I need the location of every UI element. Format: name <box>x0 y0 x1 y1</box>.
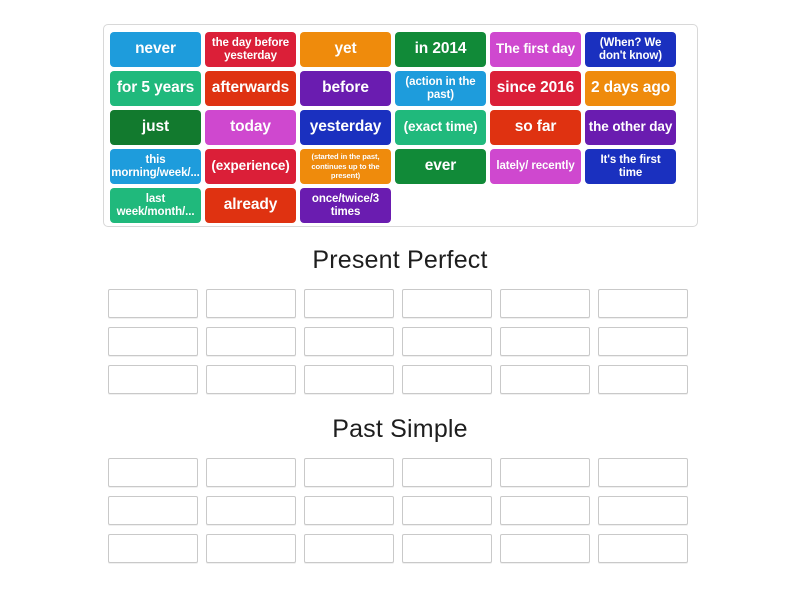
drop-slot-present-perfect[interactable] <box>108 289 198 318</box>
word-tile[interactable]: lately/ recently <box>490 149 581 184</box>
drop-slot-past-simple[interactable] <box>402 496 492 525</box>
drop-grid-present-perfect <box>108 289 692 394</box>
word-tile[interactable]: so far <box>490 110 581 145</box>
drop-row <box>108 327 692 356</box>
drop-row <box>108 496 692 525</box>
drop-slot-present-perfect[interactable] <box>206 365 296 394</box>
drop-slot-past-simple[interactable] <box>500 458 590 487</box>
drop-slot-present-perfect[interactable] <box>402 289 492 318</box>
drop-slot-past-simple[interactable] <box>402 534 492 563</box>
drop-slot-past-simple[interactable] <box>304 496 394 525</box>
drop-slot-present-perfect[interactable] <box>402 365 492 394</box>
word-bank-row: this morning/week/... (experience) (starte… <box>110 149 691 184</box>
word-tile[interactable]: (When? We don't know) <box>585 32 676 67</box>
word-tile[interactable]: last week/month/... <box>110 188 201 223</box>
word-tile[interactable]: the day before yesterday <box>205 32 296 67</box>
category-present-perfect: Present Perfect <box>0 246 800 394</box>
word-tile[interactable]: before <box>300 71 391 106</box>
word-tile[interactable]: never <box>110 32 201 67</box>
word-tile[interactable]: yesterday <box>300 110 391 145</box>
activity-stage: never the day before yesterday yet in 2014 T… <box>0 0 800 600</box>
drop-slot-past-simple[interactable] <box>500 496 590 525</box>
word-tile[interactable]: The first day <box>490 32 581 67</box>
drop-slot-present-perfect[interactable] <box>500 289 590 318</box>
drop-slot-past-simple[interactable] <box>304 534 394 563</box>
drop-slot-past-simple[interactable] <box>500 534 590 563</box>
drop-slot-present-perfect[interactable] <box>304 365 394 394</box>
word-tile[interactable]: yet <box>300 32 391 67</box>
drop-slot-present-perfect[interactable] <box>598 289 688 318</box>
word-tile[interactable]: today <box>205 110 296 145</box>
word-tile[interactable]: (action in the past) <box>395 71 486 106</box>
drop-slot-present-perfect[interactable] <box>108 365 198 394</box>
drop-slot-present-perfect[interactable] <box>108 327 198 356</box>
drop-slot-past-simple[interactable] <box>108 534 198 563</box>
word-tile[interactable]: the other day <box>585 110 676 145</box>
word-bank-row: never the day before yesterday yet in 2014 T… <box>110 32 691 67</box>
word-bank-row: just today yesterday (exact time) so far the … <box>110 110 691 145</box>
drop-slot-past-simple[interactable] <box>598 534 688 563</box>
drop-grid-past-simple <box>108 458 692 563</box>
word-tile[interactable]: It's the first time <box>585 149 676 184</box>
drop-row <box>108 534 692 563</box>
word-tile[interactable]: in 2014 <box>395 32 486 67</box>
drop-slot-past-simple[interactable] <box>108 496 198 525</box>
drop-slot-past-simple[interactable] <box>598 458 688 487</box>
word-tile[interactable]: (experience) <box>205 149 296 184</box>
word-tile[interactable]: ever <box>395 149 486 184</box>
word-bank-panel: never the day before yesterday yet in 2014 T… <box>103 24 698 227</box>
word-tile[interactable]: (started in the past, continues up to th… <box>300 149 391 184</box>
word-tile[interactable]: already <box>205 188 296 223</box>
drop-slot-present-perfect[interactable] <box>304 327 394 356</box>
word-bank-row: for 5 years afterwards before (action in th… <box>110 71 691 106</box>
drop-slot-present-perfect[interactable] <box>598 327 688 356</box>
word-tile[interactable]: afterwards <box>205 71 296 106</box>
word-tile[interactable]: since 2016 <box>490 71 581 106</box>
category-past-simple: Past Simple <box>0 415 800 563</box>
drop-row <box>108 289 692 318</box>
word-tile[interactable]: once/twice/3 times <box>300 188 391 223</box>
drop-slot-past-simple[interactable] <box>402 458 492 487</box>
drop-slot-past-simple[interactable] <box>304 458 394 487</box>
word-tile[interactable]: for 5 years <box>110 71 201 106</box>
category-title-present-perfect: Present Perfect <box>312 246 488 274</box>
word-tile[interactable]: just <box>110 110 201 145</box>
drop-slot-present-perfect[interactable] <box>206 327 296 356</box>
drop-slot-present-perfect[interactable] <box>206 289 296 318</box>
word-tile[interactable]: (exact time) <box>395 110 486 145</box>
drop-slot-past-simple[interactable] <box>598 496 688 525</box>
drop-slot-past-simple[interactable] <box>108 458 198 487</box>
drop-slot-present-perfect[interactable] <box>598 365 688 394</box>
drop-slot-present-perfect[interactable] <box>402 327 492 356</box>
word-bank-row: last week/month/... already once/twice/3 t… <box>110 188 691 223</box>
drop-slot-past-simple[interactable] <box>206 534 296 563</box>
drop-row <box>108 458 692 487</box>
drop-slot-past-simple[interactable] <box>206 458 296 487</box>
drop-slot-past-simple[interactable] <box>206 496 296 525</box>
drop-row <box>108 365 692 394</box>
drop-slot-present-perfect[interactable] <box>500 327 590 356</box>
word-tile[interactable]: this morning/week/... <box>110 149 201 184</box>
word-tile[interactable]: 2 days ago <box>585 71 676 106</box>
category-title-past-simple: Past Simple <box>332 415 468 443</box>
drop-slot-present-perfect[interactable] <box>304 289 394 318</box>
drop-slot-present-perfect[interactable] <box>500 365 590 394</box>
